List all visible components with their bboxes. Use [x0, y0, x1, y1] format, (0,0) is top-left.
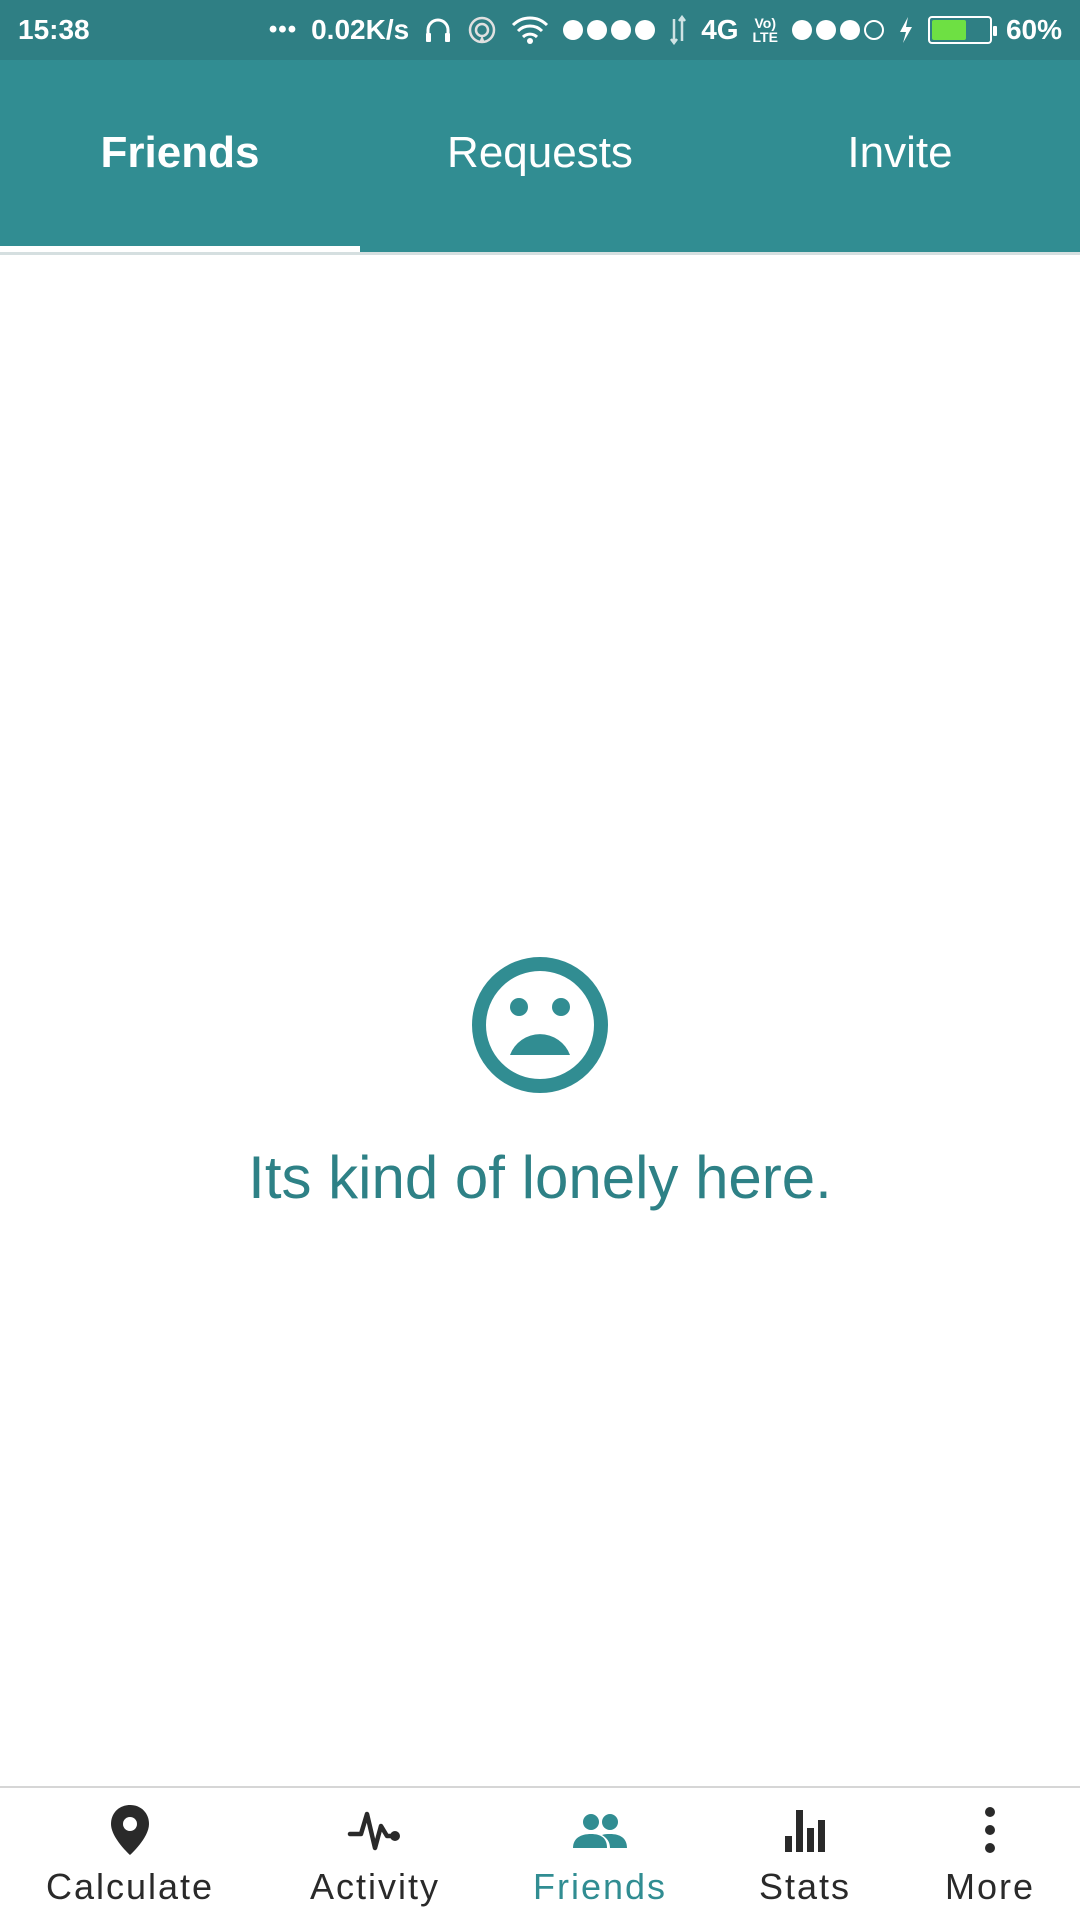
wifi-icon — [512, 16, 549, 44]
more-dots-icon: ••• — [268, 16, 298, 43]
status-bar: 15:38 ••• 0.02K/s 4G Vo) LTE 60% — [0, 0, 1080, 60]
nav-item-activity[interactable]: Activity — [260, 1788, 490, 1920]
nav-item-stats[interactable]: Stats — [710, 1788, 900, 1920]
bar-chart-icon — [785, 1810, 825, 1852]
empty-state: Its kind of lonely here. — [0, 955, 1080, 1212]
nav-label-friends: Friends — [532, 1866, 668, 1907]
empty-state-message: Its kind of lonely here. — [248, 1144, 832, 1211]
tab-friends[interactable]: Friends — [0, 60, 360, 252]
net-speed: 0.02K/s — [311, 14, 410, 45]
network-type: 4G — [701, 14, 739, 45]
people-icon — [573, 1814, 627, 1848]
headphones-icon — [426, 18, 451, 42]
top-tab-bar: Friends Requests Invite — [0, 60, 1080, 252]
nav-label-activity: Activity — [309, 1866, 440, 1907]
hotspot-icon — [468, 16, 496, 44]
signal-strength-2 — [791, 20, 884, 40]
sad-face-icon — [472, 957, 608, 1093]
tab-invite[interactable]: Invite — [720, 60, 1080, 252]
battery-icon — [927, 16, 997, 44]
tab-bar-divider — [0, 252, 1080, 255]
more-vertical-icon — [985, 1807, 995, 1853]
nav-label-calculate: Calculate — [45, 1866, 215, 1907]
charging-icon — [899, 17, 912, 43]
pulse-icon — [347, 1811, 400, 1851]
status-time: 15:38 — [18, 14, 90, 45]
status-icons: ••• 0.02K/s 4G Vo) LTE 60% — [269, 10, 1062, 50]
nav-item-friends[interactable]: Friends — [490, 1788, 710, 1920]
battery-fill — [931, 20, 966, 40]
data-transfer-icon — [670, 15, 687, 45]
nav-item-more[interactable]: More — [900, 1788, 1080, 1920]
nav-label-stats: Stats — [758, 1866, 852, 1907]
tab-requests[interactable]: Requests — [360, 60, 720, 252]
signal-strength-1 — [563, 20, 656, 40]
volte-icon: Vo) LTE — [752, 15, 778, 45]
location-pin-icon — [111, 1805, 149, 1855]
battery-percent: 60% — [1005, 14, 1062, 45]
nav-label-more: More — [944, 1866, 1036, 1907]
bottom-navigation: Calculate Activity Friends Stats More — [0, 1786, 1080, 1920]
nav-item-calculate[interactable]: Calculate — [0, 1788, 260, 1920]
